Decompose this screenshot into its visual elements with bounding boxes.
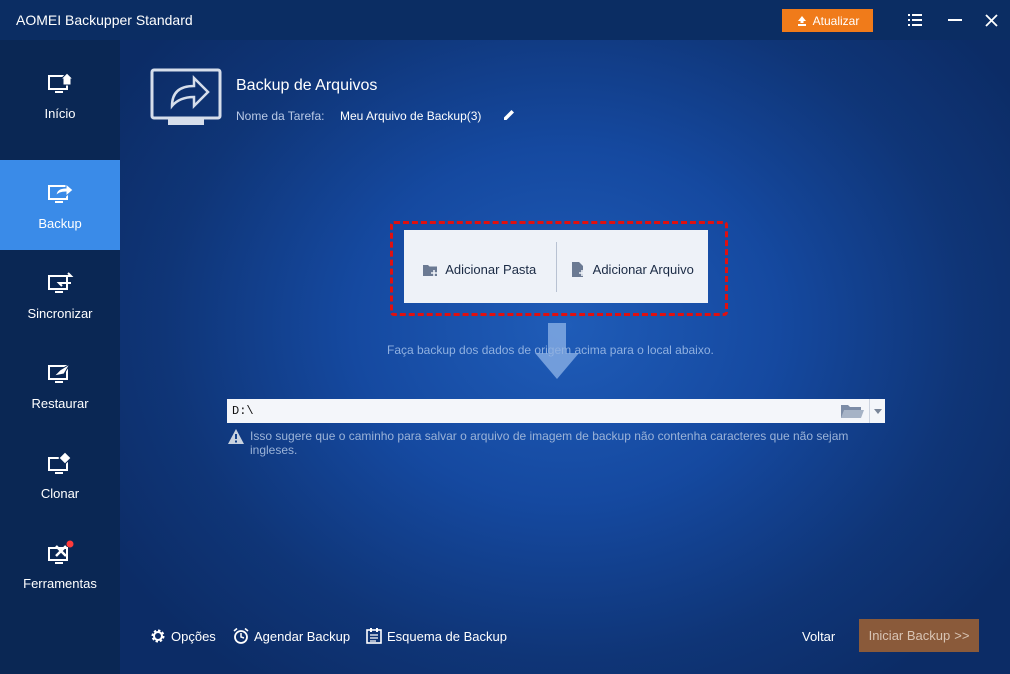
task-name-value[interactable]: Meu Arquivo de Backup(3) <box>340 109 481 123</box>
backup-monitor-icon <box>48 182 74 203</box>
tools-monitor-icon <box>48 540 74 564</box>
sidebar-item-label: Ferramentas <box>23 575 97 591</box>
add-folder-label: Adicionar Pasta <box>445 262 537 277</box>
app-window: AOMEI Backupper Standard Atualizar Iníci… <box>0 0 1010 674</box>
add-folder-button[interactable]: Adicionar Pasta <box>404 230 556 303</box>
add-file-label: Adicionar Arquivo <box>592 262 694 277</box>
page-title: Backup de Arquivos <box>236 77 378 94</box>
sidebar-item-label: Início <box>44 105 76 121</box>
schedule-backup-label: Agendar Backup <box>254 628 351 644</box>
alarm-clock-icon <box>233 628 249 644</box>
options-button[interactable]: Opções <box>150 628 216 644</box>
sidebar-item-restore[interactable]: Restaurar <box>0 340 120 430</box>
sidebar-item-sync[interactable]: Sincronizar <box>0 250 120 340</box>
calendar-list-icon <box>366 628 382 644</box>
upgrade-arrow-icon <box>797 15 806 26</box>
clone-monitor-icon <box>48 450 72 474</box>
sync-monitor-icon <box>48 271 74 293</box>
sidebar-item-tools[interactable]: Ferramentas <box>0 520 120 610</box>
sidebar-item-home[interactable]: Início <box>0 50 120 140</box>
sidebar-item-backup[interactable]: Backup <box>0 160 120 250</box>
sidebar-item-label: Sincronizar <box>27 305 93 321</box>
sidebar-item-clone[interactable]: Clonar <box>0 430 120 520</box>
title-bar: AOMEI Backupper Standard Atualizar <box>0 0 1010 40</box>
destination-bar <box>227 399 885 423</box>
warning-text: Isso sugere que o caminho para salvar o … <box>250 429 849 457</box>
backup-scheme-button[interactable]: Esquema de Backup <box>366 628 507 644</box>
start-backup-label: Iniciar Backup <box>868 628 951 643</box>
schedule-backup-button[interactable]: Agendar Backup <box>233 628 350 644</box>
back-button[interactable]: Voltar <box>802 629 835 644</box>
options-label: Opções <box>171 628 216 644</box>
backup-scheme-label: Esquema de Backup <box>387 628 507 644</box>
double-chevron-right-icon: >> <box>954 628 970 643</box>
direction-hint: Faça backup dos dados de origem acima pa… <box>387 343 714 357</box>
file-add-icon <box>571 261 585 277</box>
file-backup-monitor-icon <box>150 68 222 125</box>
folder-add-icon <box>423 264 438 276</box>
main-panel: Backup de Arquivos Nome da Tarefa: Meu A… <box>120 40 1010 674</box>
sidebar: Início Backup Sincronizar Restaurar Clon… <box>0 40 120 674</box>
pencil-icon[interactable] <box>502 108 516 122</box>
close-icon[interactable] <box>981 10 1001 30</box>
app-title: AOMEI Backupper Standard <box>16 12 193 28</box>
sidebar-item-label: Restaurar <box>31 395 89 411</box>
source-selector: Adicionar Pasta Adicionar Arquivo <box>404 230 708 303</box>
sidebar-item-label: Clonar <box>40 485 80 501</box>
update-button-label: Atualizar <box>812 13 860 28</box>
add-file-button[interactable]: Adicionar Arquivo <box>557 230 709 303</box>
task-name-label: Nome da Tarefa: <box>236 109 325 123</box>
warning-icon <box>228 429 244 444</box>
restore-monitor-icon <box>48 363 71 383</box>
start-backup-button[interactable]: Iniciar Backup >> <box>859 619 979 652</box>
menu-icon[interactable] <box>905 10 925 30</box>
gear-icon <box>151 629 165 643</box>
chevron-down-icon[interactable] <box>869 399 885 423</box>
home-monitor-icon <box>48 71 74 93</box>
folder-open-icon[interactable] <box>839 402 865 420</box>
destination-path-input[interactable] <box>227 399 839 423</box>
sidebar-item-label: Backup <box>38 215 82 231</box>
update-button[interactable]: Atualizar <box>782 9 873 32</box>
minimize-icon[interactable] <box>945 10 965 30</box>
